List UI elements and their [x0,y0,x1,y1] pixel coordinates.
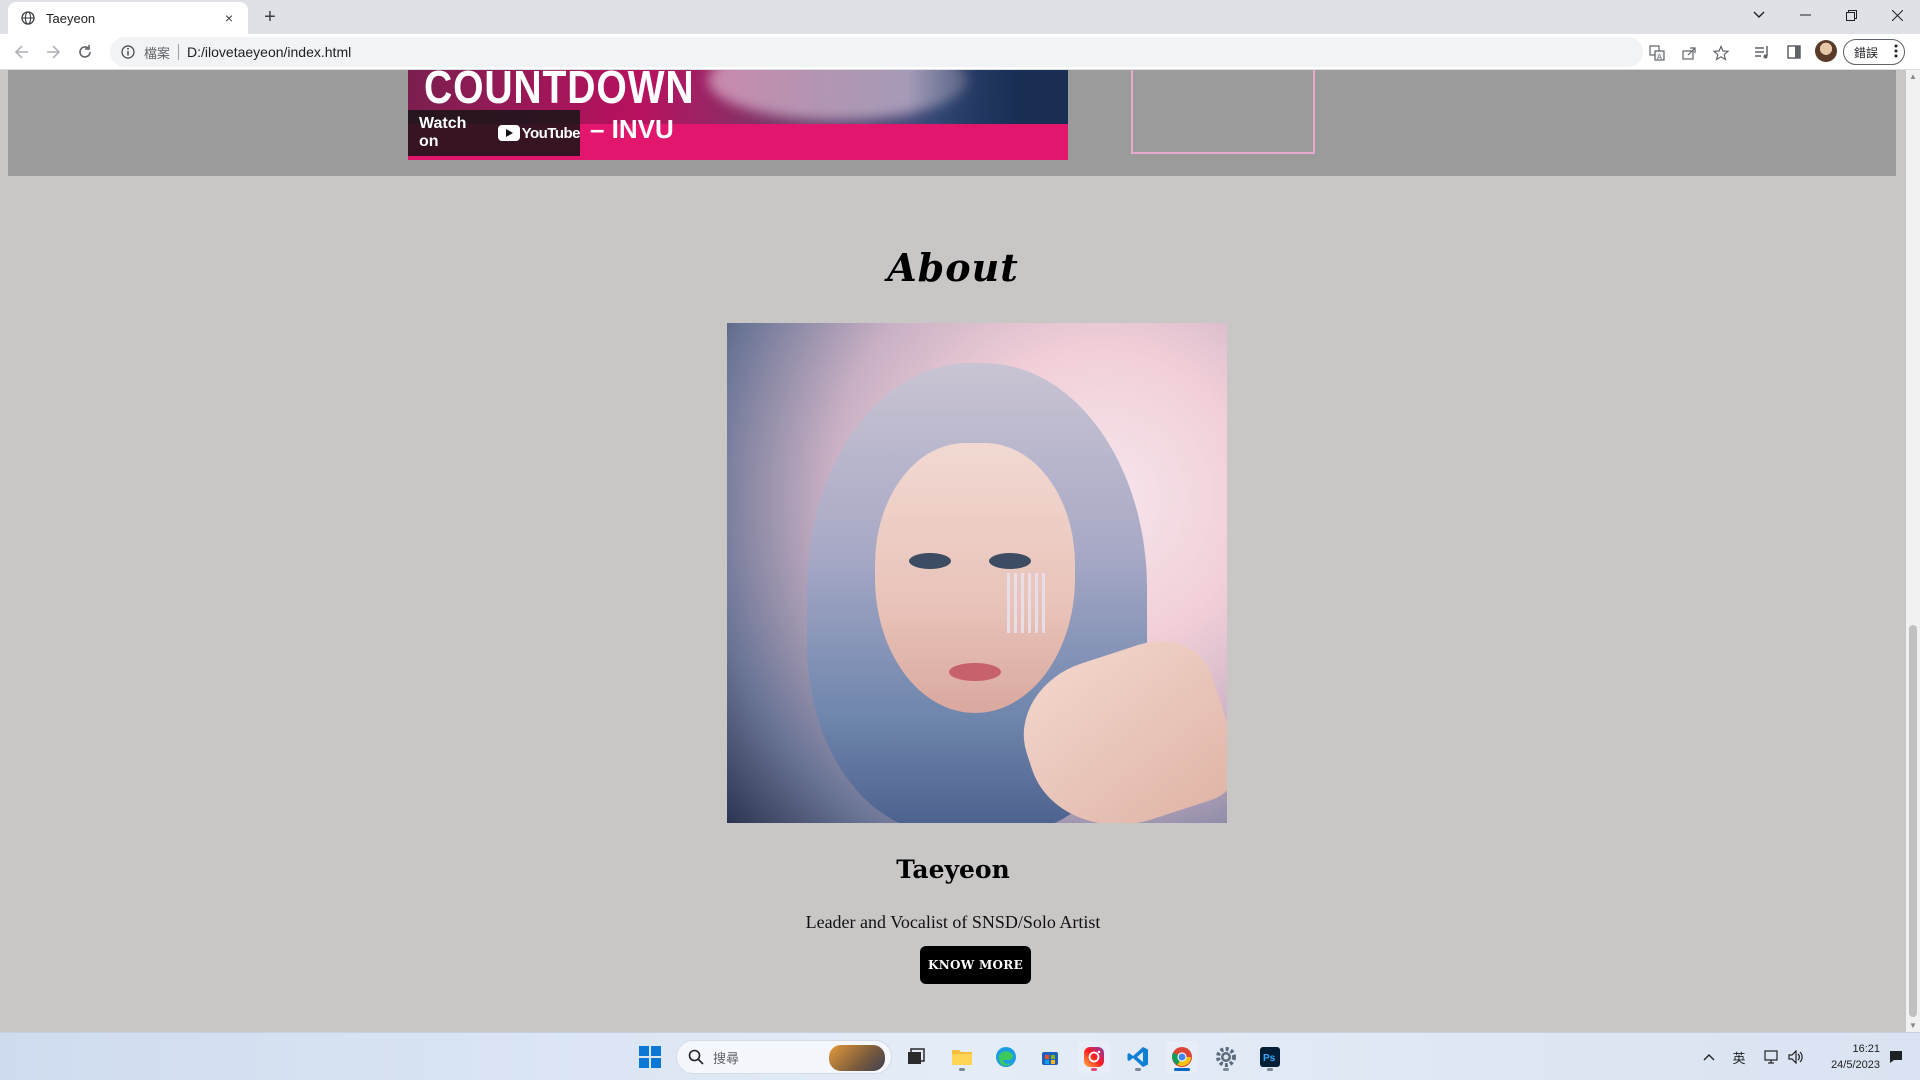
settings-icon[interactable] [1210,1041,1242,1073]
search-highlight-image [829,1045,885,1071]
photo-eye-right [989,553,1031,569]
photo-face-jewel [1007,573,1047,633]
photo-lips [949,663,1001,681]
browser-tab[interactable]: Taeyeon × [8,2,248,34]
profile-error-button[interactable]: 錯誤 [1843,39,1905,65]
windows-start-icon[interactable] [634,1041,666,1073]
store-icon[interactable] [1034,1041,1066,1073]
page-scrollbar[interactable]: ▲ ▼ [1906,70,1920,1032]
about-heading: About [887,245,1019,290]
scroll-down-arrow-icon[interactable]: ▼ [1909,1021,1917,1030]
media-icon[interactable] [1752,42,1772,62]
tab-strip: Taeyeon × + [0,0,1920,34]
back-arrow-icon[interactable] [9,39,35,65]
watch-on-youtube-button[interactable]: Watch on YouTube [408,110,581,156]
running-indicator-active [1174,1068,1190,1071]
tab-title: Taeyeon [46,10,96,26]
edge-icon[interactable] [990,1041,1022,1073]
tab-close-button[interactable]: × [220,10,238,26]
running-indicator [1091,1068,1097,1071]
forward-arrow-icon[interactable] [40,39,66,65]
reload-icon[interactable] [72,39,98,65]
side-panel-icon[interactable] [1784,42,1804,62]
photoshop-icon[interactable]: Ps [1254,1041,1286,1073]
avatar[interactable] [1815,40,1837,62]
file-explorer-icon[interactable] [946,1041,978,1073]
scroll-up-arrow-icon[interactable]: ▲ [1909,72,1917,81]
running-indicator [1135,1068,1141,1071]
restore-button[interactable] [1828,0,1874,30]
photo-eye-left [909,553,951,569]
share-icon[interactable] [1680,44,1698,62]
ime-indicator[interactable]: 英 [1728,1047,1750,1067]
task-view-icon[interactable] [900,1041,932,1073]
running-indicator [959,1068,965,1071]
clock-time: 16:21 [1852,1043,1880,1055]
chrome-icon[interactable] [1166,1041,1198,1073]
watch-on-label: Watch on [419,115,467,150]
globe-icon [20,10,36,26]
windows-taskbar: 搜尋 Ps 英 16:21 24/5/2023 [0,1032,1920,1080]
chevron-up-icon[interactable] [1700,1047,1718,1067]
translate-icon[interactable]: A [1648,44,1666,62]
info-icon[interactable] [120,44,136,60]
youtube-video-embed[interactable]: COUNTDOWN – INVU Watch on YouTube [408,70,1068,160]
clock-date: 24/5/2023 [1831,1059,1880,1071]
svg-text:Ps: Ps [1263,1053,1276,1064]
network-icon[interactable] [1762,1047,1782,1067]
running-indicator [1267,1068,1273,1071]
tab-search-icon[interactable] [1736,0,1782,30]
search-placeholder: 搜尋 [713,1050,740,1066]
new-tab-button[interactable]: + [258,6,282,30]
video-song-label: – INVU [590,114,674,144]
close-window-button[interactable] [1874,0,1920,30]
vscode-icon[interactable] [1122,1041,1154,1073]
taskbar-search-box[interactable]: 搜尋 [676,1040,892,1074]
know-more-button[interactable]: KNOW MORE [920,946,1031,984]
pink-frame-box [1131,70,1315,154]
svg-text:A: A [1657,53,1662,61]
address-url[interactable]: D:/ilovetaeyeon/index.html [187,44,351,60]
about-name: Taeyeon [896,855,1010,884]
system-clock[interactable]: 16:21 24/5/2023 [1814,1041,1880,1073]
address-bar[interactable]: 檔案 D:/ilovetaeyeon/index.html A [110,37,1729,67]
youtube-play-icon [497,125,520,141]
profile-error-label: 錯誤 [1854,45,1879,60]
instagram-icon[interactable] [1078,1041,1110,1073]
about-subtitle: Leader and Vocalist of SNSD/Solo Artist [805,912,1101,932]
minimize-button[interactable] [1782,0,1828,30]
notification-icon[interactable] [1886,1047,1906,1067]
video-title-text: COUNTDOWN [424,70,695,113]
star-icon[interactable] [1712,44,1730,62]
about-photo [727,323,1227,823]
volume-icon[interactable] [1786,1047,1806,1067]
running-indicator [1223,1068,1229,1071]
browser-toolbar: 檔案 D:/ilovetaeyeon/index.html A 錯誤 [0,34,1920,70]
scrollbar-thumb[interactable] [1909,625,1917,1017]
search-icon [687,1048,705,1066]
youtube-logo: YouTube [497,124,581,142]
page-viewport: COUNTDOWN – INVU Watch on YouTube About … [0,70,1906,1032]
youtube-label: YouTube [521,124,581,142]
address-separator [178,44,180,60]
menu-dots-icon[interactable] [1894,44,1898,61]
address-scheme-label: 檔案 [144,45,171,61]
video-section: COUNTDOWN – INVU Watch on YouTube [8,70,1896,176]
